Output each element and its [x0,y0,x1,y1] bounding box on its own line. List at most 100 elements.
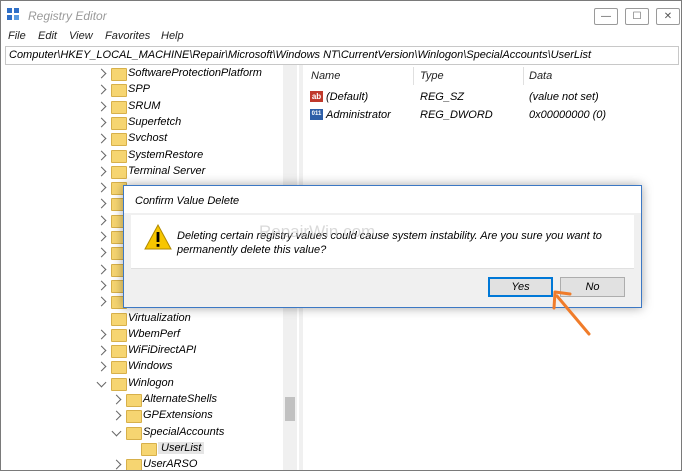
tree-item[interactable]: SoftwareProtectionPlatform [1,66,283,82]
tree-scroll-thumb[interactable] [285,397,295,421]
menu-help[interactable]: Help [161,30,184,42]
menu-favorites[interactable]: Favorites [105,30,150,42]
address-bar[interactable]: Computer\HKEY_LOCAL_MACHINE\Repair\Micro… [5,46,679,65]
value-name: (Default) [326,91,369,103]
folder-icon [111,100,127,114]
folder-icon [111,116,127,130]
folder-icon [126,394,142,407]
tree-item-label: Virtualization [128,311,191,324]
value-data: 0x00000000 (0) [529,109,607,121]
menu-file[interactable]: File [8,30,26,42]
watermark: RepairWin.com [259,222,376,241]
chevron-down-icon[interactable] [111,426,122,437]
tree-item[interactable]: GPExtensions [1,408,283,424]
tree-item-label: UserARSO [143,458,198,470]
folder-icon [111,133,127,147]
tree-item[interactable]: AlternateShells [1,392,283,408]
tree-item[interactable]: Terminal Server [1,164,283,180]
chevron-right-icon[interactable] [111,410,122,421]
chevron-right-icon[interactable] [96,345,107,356]
chevron-right-icon[interactable] [96,247,107,258]
tree-item[interactable]: SPP [1,82,283,98]
dialog-title: Confirm Value Delete [135,195,240,207]
chevron-right-icon[interactable] [96,101,107,112]
chevron-right-icon[interactable] [96,166,107,177]
chevron-right-icon[interactable] [111,459,122,470]
menu-bar: File Edit View Favorites Help [1,28,681,46]
tree-item[interactable]: SRUM [1,99,283,115]
chevron-right-icon[interactable] [96,280,107,291]
tree-item-label: AlternateShells [143,393,217,405]
tree-item-label: Superfetch [128,115,182,128]
warning-icon [144,224,172,250]
column-divider[interactable] [413,67,414,85]
folder-icon [126,459,142,470]
folder-icon [111,377,127,391]
column-divider[interactable] [523,67,524,85]
chevron-right-icon[interactable] [96,198,107,209]
folder-icon [111,84,127,98]
chevron-right-icon[interactable] [96,329,107,340]
folder-icon [111,149,127,163]
chevron-right-icon[interactable] [96,361,107,372]
dialog-title-bar: Confirm Value Delete [124,186,641,213]
chevron-right-icon[interactable] [96,231,107,242]
value-name: Administrator [326,109,391,121]
tree-item[interactable]: WbemPerf [1,327,283,343]
chevron-right-icon[interactable] [96,150,107,160]
tree-item[interactable]: Superfetch [1,115,283,131]
menu-edit[interactable]: Edit [38,30,57,42]
tree-item-label: Winlogon [128,376,174,389]
folder-icon [126,426,142,440]
menu-view[interactable]: View [69,30,93,42]
chevron-right-icon[interactable] [96,68,107,79]
column-header-data[interactable]: Data [529,70,552,82]
tree-item-label: Windows [128,360,173,373]
maximize-button[interactable]: ☐ [625,8,649,25]
chevron-down-icon[interactable] [96,377,107,388]
orange-arrow-icon [552,290,591,336]
column-header-name[interactable]: Name [311,70,340,82]
tree-item-label: GPExtensions [143,409,213,422]
window-title: Registry Editor [28,9,107,23]
chevron-right-icon[interactable] [96,296,107,307]
registry-editor-icon [7,8,19,20]
tree-item-label: SRUM [128,99,161,112]
chevron-right-icon[interactable] [96,264,107,275]
folder-icon [111,68,127,81]
folder-icon [141,442,157,456]
chevron-right-icon[interactable] [96,182,107,193]
tree-item[interactable]: Svchost [1,131,283,147]
tree-item[interactable]: SpecialAccounts [1,425,283,441]
title-bar: Registry Editor — ☐ ✕ [1,1,681,29]
chevron-right-icon[interactable] [96,84,107,95]
tree-item[interactable]: SystemRestore [1,148,283,164]
value-type: REG_SZ [420,91,465,103]
registry-editor-window: Registry Editor — ☐ ✕ File Edit View Fav… [0,0,682,471]
tree-item-label: UserList [158,441,205,454]
tree-item[interactable]: Windows [1,359,283,375]
value-type: REG_DWORD [420,109,493,121]
tree-item-label: WbemPerf [128,327,180,340]
tree-item[interactable]: UserList [1,441,283,457]
folder-icon [111,328,127,342]
tree-item-label: SystemRestore [128,148,204,161]
tree-item-label: SPP [128,83,151,96]
tree-item[interactable]: WiFiDirectAPI [1,343,283,359]
reg-dword-icon: 011 [310,109,323,120]
column-header-type[interactable]: Type [420,70,444,82]
tree-item[interactable]: Winlogon [1,376,283,392]
chevron-right-icon[interactable] [96,117,107,128]
close-button[interactable]: ✕ [656,8,680,25]
chevron-right-icon[interactable] [96,133,107,144]
tree-item[interactable]: UserARSO [1,457,283,470]
tree-item-label: SpecialAccounts [143,425,225,438]
value-data: (value not set) [529,91,599,103]
minimize-button[interactable]: — [594,8,618,25]
yes-button[interactable]: Yes [488,277,553,297]
tree-item[interactable]: Virtualization [1,311,283,327]
chevron-right-icon[interactable] [111,394,122,405]
chevron-right-icon[interactable] [96,215,107,226]
folder-icon [126,410,142,424]
folder-icon [111,345,127,359]
